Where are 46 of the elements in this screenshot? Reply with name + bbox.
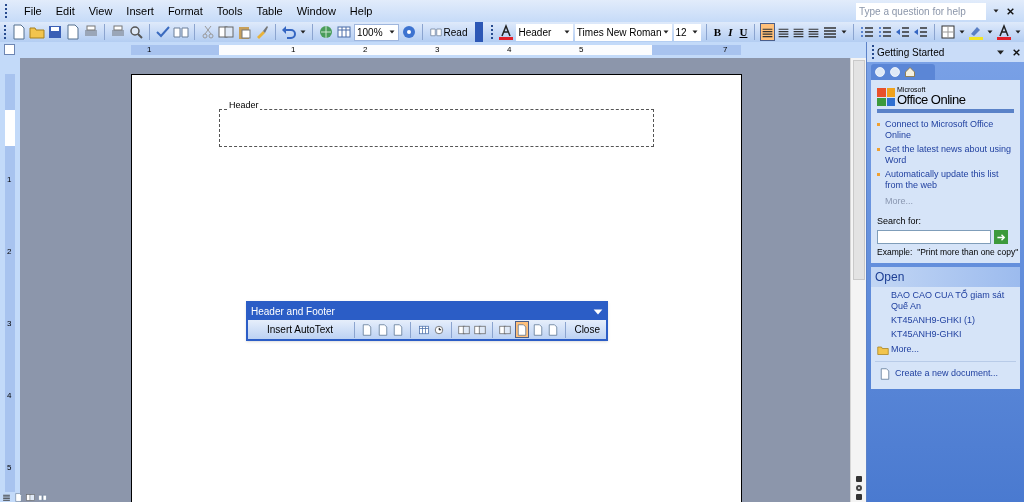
create-document-link[interactable]: Create a new document... [895,367,999,381]
logo-text: Office Online [897,93,966,106]
zoom-dropdown[interactable]: 100% [354,23,399,41]
ruler-number: 7 [723,44,728,56]
ruler-number: 3 [7,320,12,328]
toolbar-title: Header and Footer [251,305,335,319]
font-dropdown[interactable]: Times New Roman [574,23,672,41]
more-link[interactable]: More... [891,342,919,357]
ruler-number: 1 [147,44,152,56]
ruler-number: 4 [507,44,512,56]
font-size-dropdown[interactable]: 12 [673,23,701,41]
italic-button[interactable]: I [724,23,736,41]
task-pane-title: Getting Started [877,45,946,60]
underline-button[interactable]: U [737,23,749,41]
file-link[interactable]: KT45ANH9-GHKI (1) [871,314,1020,326]
field-label: Search for: [877,214,923,228]
style-dropdown[interactable]: Header [516,23,573,41]
ruler-number: 5 [7,464,12,472]
menu-item[interactable]: View [88,2,113,20]
menu-item[interactable]: File [24,2,42,20]
menu-item[interactable]: Help [349,2,373,20]
ruler-number: 1 [7,176,12,184]
menu-item[interactable]: Table [256,2,283,20]
ruler-number: 1 [291,44,296,56]
help-search-field[interactable]: Type a question for help [856,2,986,20]
header-label: Header [228,99,260,113]
read-button[interactable]: Read [427,24,470,40]
ruler-number: 2 [363,44,368,56]
menu-item[interactable]: Insert [126,2,154,20]
menu-item[interactable]: Window [296,2,336,20]
ruler-number: 3 [435,44,440,56]
ruler-number: 4 [7,392,12,400]
insert-autotext-button[interactable]: Insert AutoText [264,322,337,337]
file-link[interactable]: KT45ANH9-GHKI [871,328,1020,340]
link[interactable]: Automatically update this list from the web [885,169,1014,191]
menu-item[interactable]: Edit [55,2,75,20]
ruler-number: 5 [579,44,584,56]
section-heading: Open [871,266,1020,287]
menu-item[interactable]: Tools [216,2,243,20]
link[interactable]: Connect to Microsoft Office Online [885,119,1014,141]
link[interactable]: Get the latest news about using Word [885,144,1014,166]
bold-button[interactable]: B [711,23,723,41]
menu-item[interactable]: Format [167,2,203,20]
close-button[interactable]: Close [572,322,602,337]
file-link[interactable]: BAO CAO CUA TỔ giam sát Quế An [871,289,1020,312]
ruler-number: 2 [7,248,12,256]
